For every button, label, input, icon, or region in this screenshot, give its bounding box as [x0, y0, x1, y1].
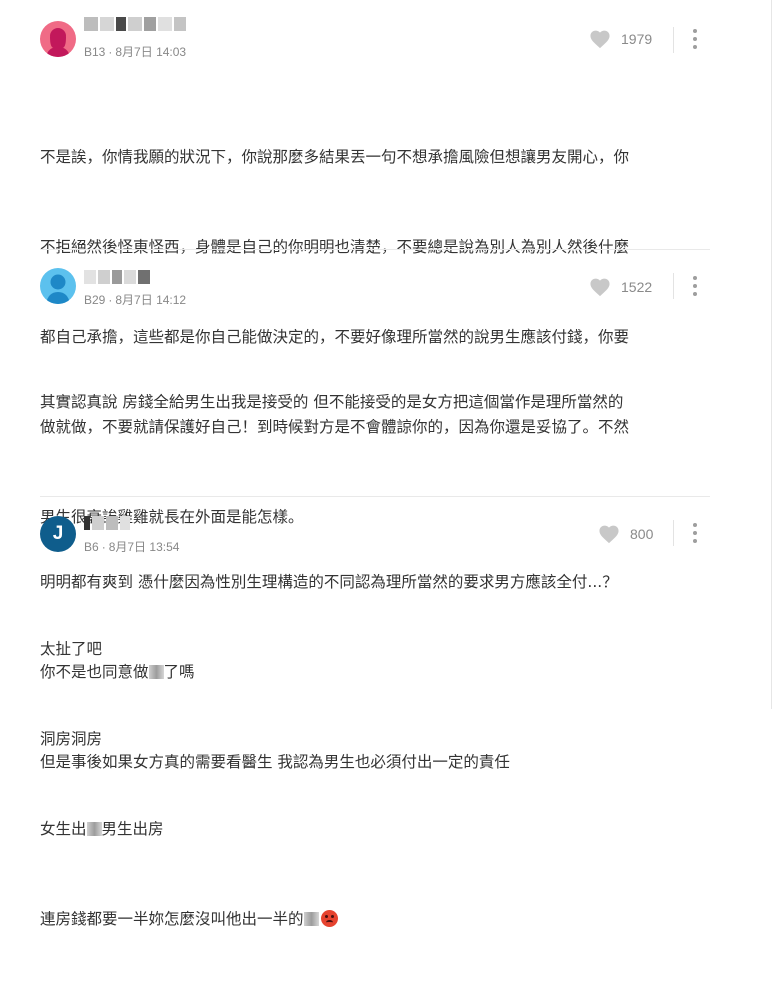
avatar[interactable] [40, 21, 76, 57]
comment-time: 14:03 [156, 45, 187, 59]
comment-meta: B6 · 8月7日 13:54 [84, 540, 180, 554]
female-avatar-icon [46, 28, 70, 57]
heart-icon [599, 525, 619, 544]
comment-line-text: 女生出 [40, 820, 87, 838]
heart-icon [590, 278, 610, 297]
action-divider [673, 520, 674, 546]
censored-word [86, 822, 102, 836]
like-button[interactable]: 800 [598, 524, 653, 544]
censored-word [303, 912, 319, 926]
comment-b29: B29 · 8月7日 14:12 1522 其實認真說 房錢全給男生出我是接受的 但… [0, 250, 772, 771]
more-options-icon[interactable] [690, 276, 700, 296]
username-blurred[interactable] [84, 17, 186, 31]
comment-time: 14:12 [156, 293, 187, 307]
comment-line: 其實認真說 房錢全給男生出我是接受的 但不能接受的是女方把這個當作是理所當然的 [40, 393, 624, 411]
heart-icon [590, 30, 610, 49]
avatar[interactable] [40, 268, 76, 304]
like-count: 1979 [621, 31, 653, 47]
floor-number: B13 [84, 45, 106, 59]
comment-line: 太扯了吧 [40, 640, 103, 658]
comment-line: 洞房洞房 [40, 730, 103, 748]
comment-line: 不是誒，你情我願的狀況下，你說那麼多結果丟一句不想承擔風險但想讓男友開心，你 [40, 148, 630, 166]
comment-b13: B13 · 8月7日 14:03 1979 不是誒，你情我願的狀況下，你說那麼多結果… [0, 0, 772, 526]
like-count: 1522 [621, 279, 653, 295]
comment-date: 8月7日 [115, 293, 153, 307]
comment-meta: B29 · 8月7日 14:12 [84, 293, 187, 307]
comment-date: 8月7日 [115, 45, 153, 59]
comment-time: 13:54 [149, 540, 180, 554]
like-count: 800 [630, 526, 654, 542]
floor-number: B29 [84, 293, 106, 307]
comment-line-text: 男生出房 [101, 820, 164, 838]
angry-face-icon [320, 910, 338, 927]
avatar[interactable]: J [40, 516, 76, 552]
comment-date: 8月7日 [108, 540, 147, 554]
avatar-letter: J [52, 523, 64, 544]
more-options-icon[interactable] [690, 29, 700, 49]
comment-line-text: 連房錢都要一半妳怎麼沒叫他出一半的 [40, 910, 304, 928]
action-divider [673, 273, 674, 299]
comment-line: 女生出 男生出房 [40, 814, 720, 844]
action-divider [673, 27, 674, 53]
comment-body: 太扯了吧 洞房洞房 女生出 男生出房 連房錢都要一半妳怎麼沒叫他出一半的 [40, 574, 720, 994]
username-blurred[interactable] [84, 270, 150, 284]
like-button[interactable]: 1979 [589, 29, 652, 49]
floor-number: B6 [84, 540, 99, 554]
comment-line: 連房錢都要一半妳怎麼沒叫他出一半的 [40, 904, 720, 934]
more-options-icon[interactable] [690, 523, 700, 543]
username-blurred[interactable] [84, 516, 130, 530]
comment-meta: B13 · 8月7日 14:03 [84, 45, 187, 59]
male-avatar-icon [46, 274, 70, 304]
comment-b6: J B6 · 8月7日 13:54 800 太扯了吧 洞房洞房 女生出 男生出房 連房… [0, 497, 772, 928]
like-button[interactable]: 1522 [589, 277, 652, 297]
